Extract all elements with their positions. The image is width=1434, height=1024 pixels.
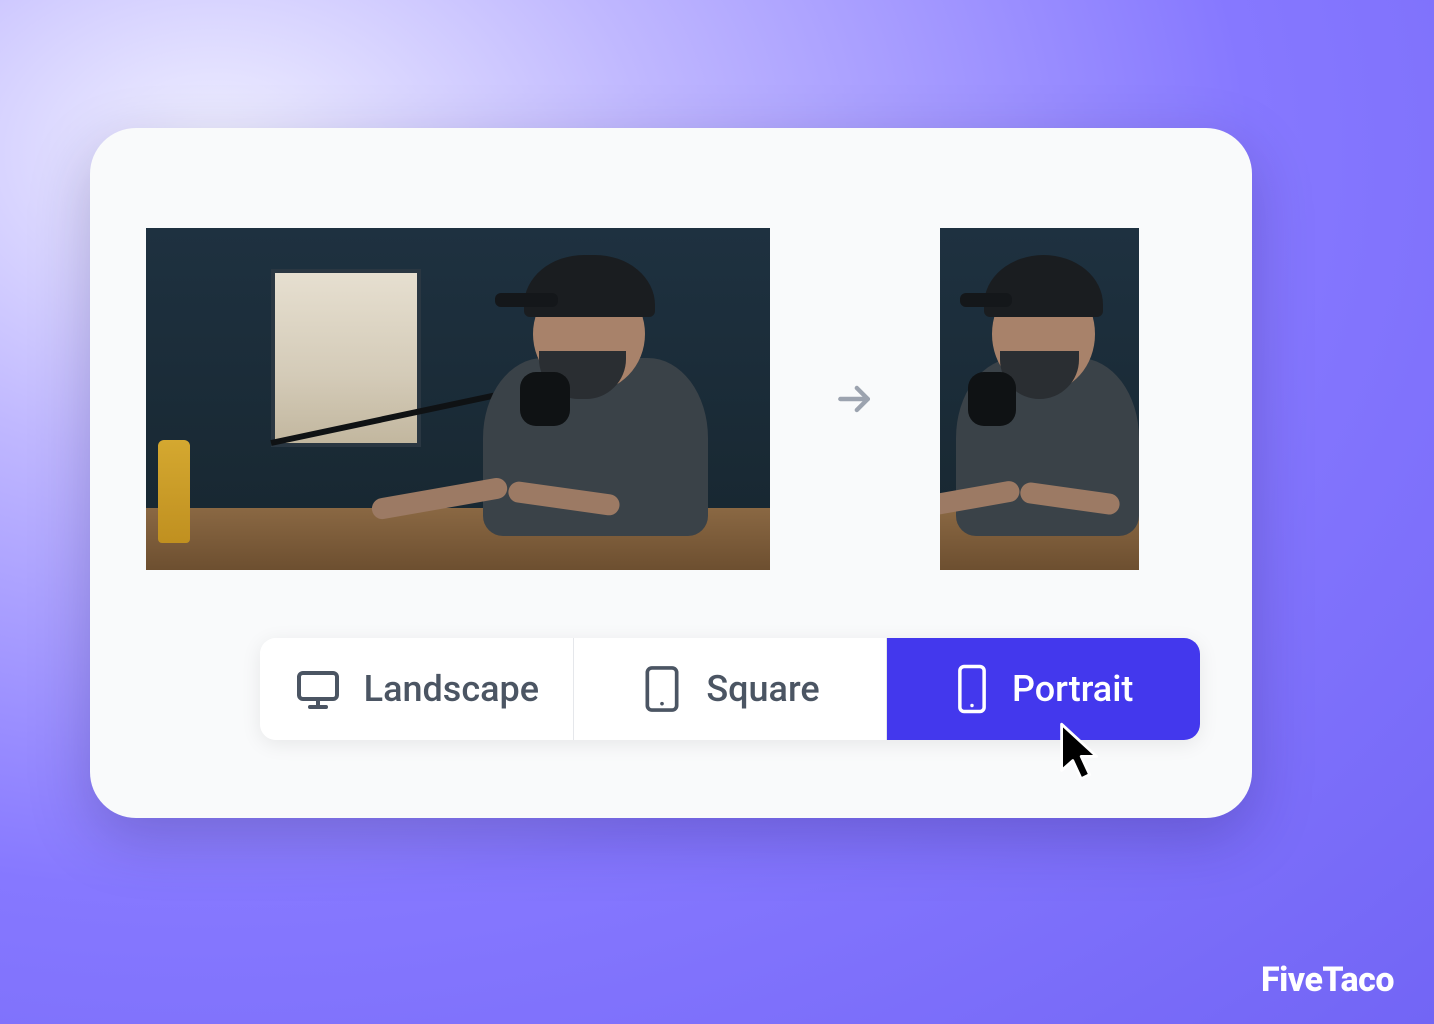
preview-row: [146, 228, 1202, 570]
aspect-ratio-options: Landscape Square Portrait: [260, 638, 1200, 740]
aspect-ratio-card: Landscape Square Portrait: [90, 128, 1252, 818]
output-video-thumbnail: [940, 228, 1139, 570]
option-square-label: Square: [706, 668, 819, 710]
option-square[interactable]: Square: [574, 638, 888, 740]
monitor-icon: [294, 665, 342, 713]
option-portrait[interactable]: Portrait: [887, 638, 1200, 740]
option-landscape-label: Landscape: [364, 668, 539, 710]
source-video-thumbnail: [146, 228, 770, 570]
tablet-icon: [640, 663, 684, 715]
phone-icon: [954, 663, 990, 715]
option-landscape[interactable]: Landscape: [260, 638, 574, 740]
arrow-right-icon: [830, 377, 880, 421]
watermark: FiveTaco: [1261, 960, 1394, 1000]
option-portrait-label: Portrait: [1012, 668, 1133, 710]
